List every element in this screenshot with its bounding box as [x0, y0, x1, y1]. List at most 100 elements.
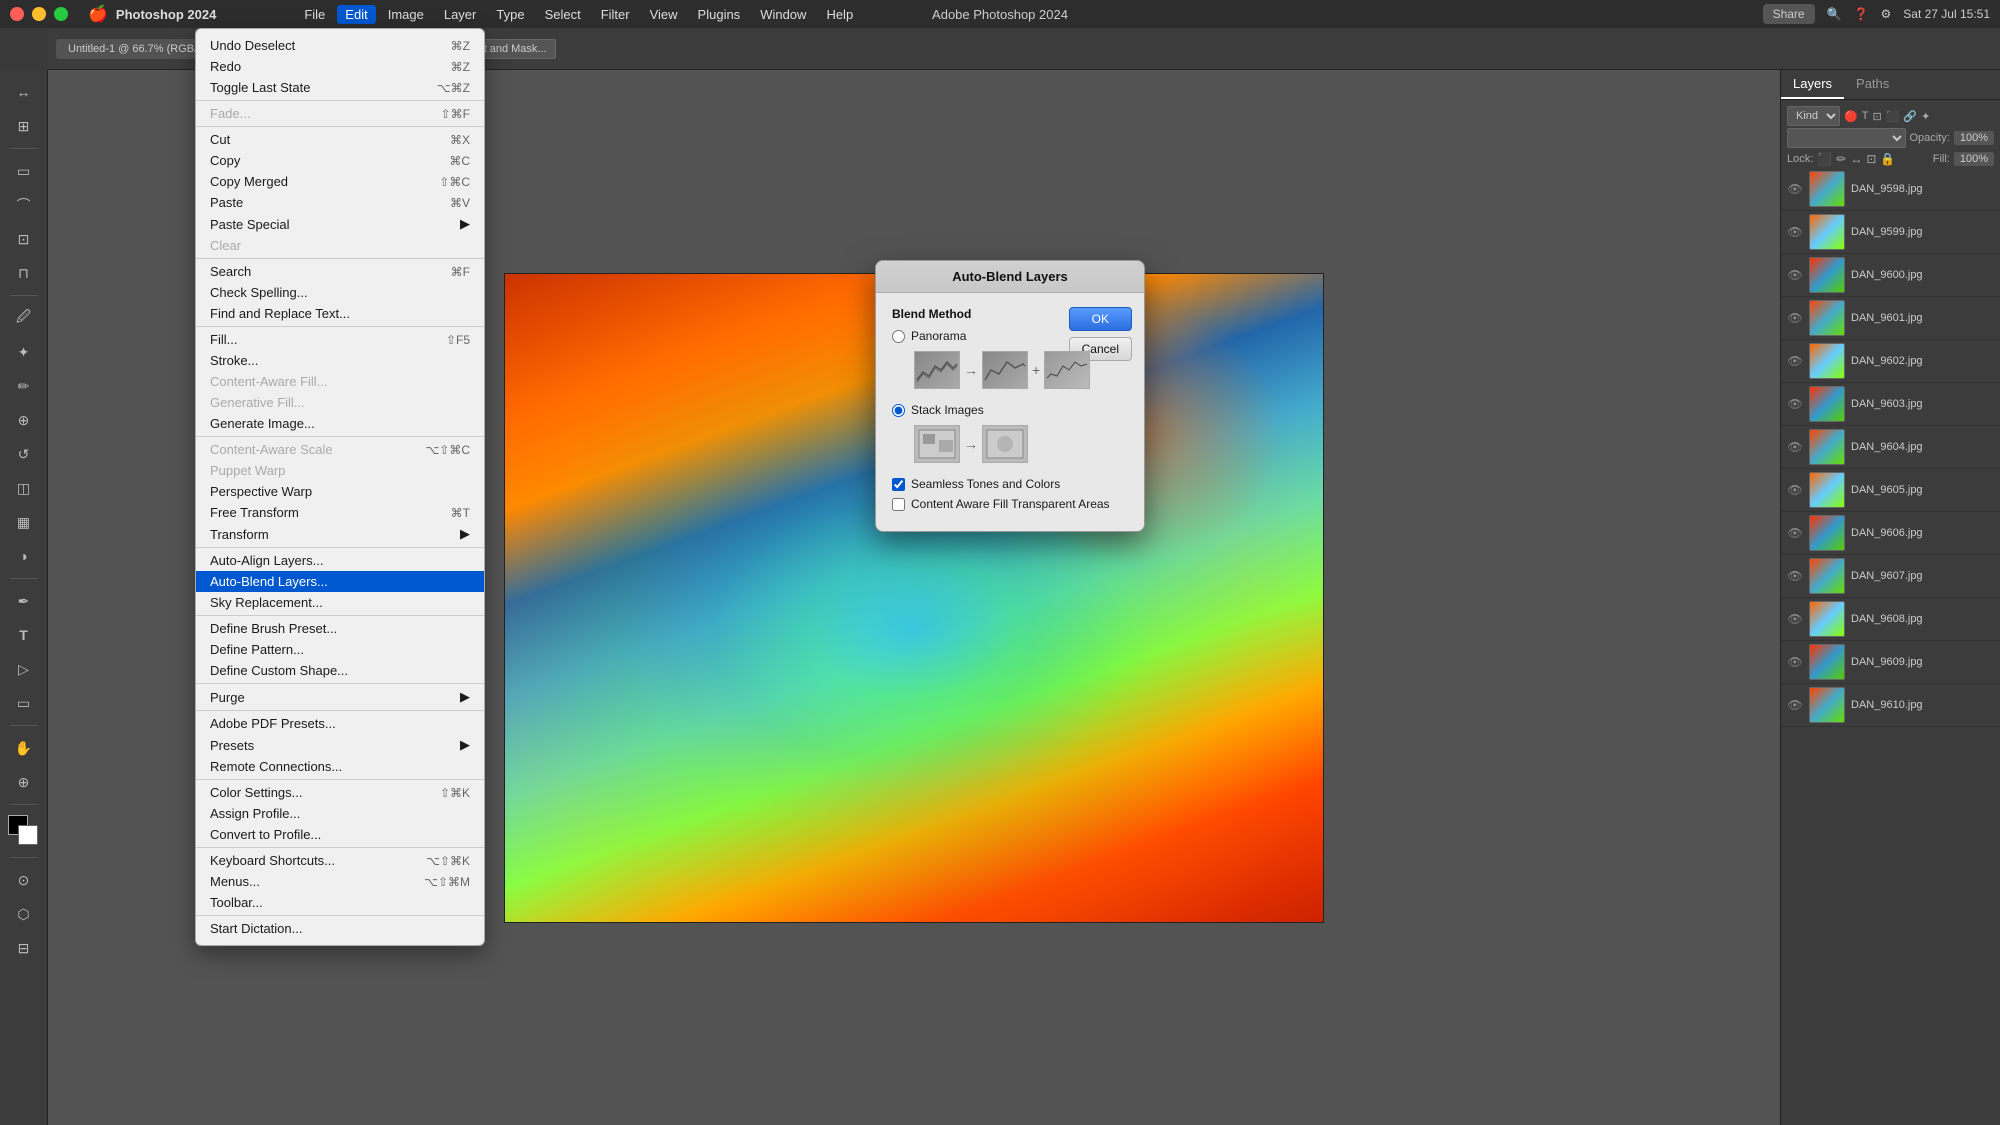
menu-adobe-pdf-presets[interactable]: Adobe PDF Presets...: [196, 713, 484, 734]
dialog-ok-button[interactable]: OK: [1069, 307, 1132, 331]
menu-paste-special[interactable]: Paste Special ▶: [196, 213, 484, 235]
layer-item[interactable]: 👁 DAN_9605.jpg: [1781, 469, 2000, 512]
type-tool[interactable]: T: [8, 619, 40, 651]
minimize-button[interactable]: [32, 7, 46, 21]
menu-auto-align-layers[interactable]: Auto-Align Layers...: [196, 550, 484, 571]
filter-icon-2[interactable]: T: [1862, 110, 1869, 122]
layer-item[interactable]: 👁 DAN_9604.jpg: [1781, 426, 2000, 469]
menu-auto-blend-layers[interactable]: Auto-Blend Layers...: [196, 571, 484, 592]
stack-images-radio[interactable]: [892, 404, 905, 417]
layer-visibility-icon[interactable]: 👁: [1787, 439, 1803, 455]
menu-sky-replacement[interactable]: Sky Replacement...: [196, 592, 484, 613]
menu-fade[interactable]: Fade... ⇧⌘F: [196, 103, 484, 124]
menu-define-pattern[interactable]: Define Pattern...: [196, 639, 484, 660]
menu-menus[interactable]: Menus... ⌥⇧⌘M: [196, 871, 484, 892]
menu-layer[interactable]: Layer: [436, 5, 485, 24]
panorama-radio[interactable]: [892, 330, 905, 343]
menu-presets[interactable]: Presets ▶: [196, 734, 484, 756]
layer-visibility-icon[interactable]: 👁: [1787, 224, 1803, 240]
filter-icon-5[interactable]: 🔗: [1903, 110, 1917, 123]
menu-select[interactable]: Select: [537, 5, 589, 24]
zoom-tool[interactable]: ⊕: [8, 766, 40, 798]
layer-item[interactable]: 👁 DAN_9602.jpg: [1781, 340, 2000, 383]
layer-visibility-icon[interactable]: 👁: [1787, 654, 1803, 670]
menu-content-aware-fill[interactable]: Content-Aware Fill...: [196, 371, 484, 392]
artboard-tool[interactable]: ⊞: [8, 110, 40, 142]
frame-mode[interactable]: ⊟: [8, 932, 40, 964]
layer-item[interactable]: 👁 DAN_9600.jpg: [1781, 254, 2000, 297]
layer-visibility-icon[interactable]: 👁: [1787, 482, 1803, 498]
layer-item[interactable]: 👁 DAN_9608.jpg: [1781, 598, 2000, 641]
pen-tool[interactable]: ✒: [8, 585, 40, 617]
lock-transparent[interactable]: ⬛: [1817, 152, 1832, 166]
crop-tool[interactable]: ⊓: [8, 257, 40, 289]
menu-keyboard-shortcuts[interactable]: Keyboard Shortcuts... ⌥⇧⌘K: [196, 850, 484, 871]
layer-visibility-icon[interactable]: 👁: [1787, 568, 1803, 584]
move-tool[interactable]: ↔: [8, 76, 40, 108]
menu-stroke[interactable]: Stroke...: [196, 350, 484, 371]
filter-icon-3[interactable]: ⊡: [1872, 110, 1881, 123]
fill-value[interactable]: 100%: [1954, 152, 1994, 166]
menu-view[interactable]: View: [642, 5, 686, 24]
path-select-tool[interactable]: ▷: [8, 653, 40, 685]
menu-puppet-warp[interactable]: Puppet Warp: [196, 460, 484, 481]
close-button[interactable]: [10, 7, 24, 21]
lock-pixels[interactable]: ✏: [1836, 152, 1846, 166]
menu-help[interactable]: Help: [818, 5, 861, 24]
blend-mode-select[interactable]: Normal: [1787, 128, 1906, 148]
dodge-tool[interactable]: ◑: [8, 540, 40, 572]
layer-visibility-icon[interactable]: 👁: [1787, 697, 1803, 713]
menu-define-brush[interactable]: Define Brush Preset...: [196, 618, 484, 639]
menu-convert-to-profile[interactable]: Convert to Profile...: [196, 824, 484, 845]
menu-start-dictation[interactable]: Start Dictation...: [196, 918, 484, 939]
menu-perspective-warp[interactable]: Perspective Warp: [196, 481, 484, 502]
menu-cut[interactable]: Cut ⌘X: [196, 129, 484, 150]
history-tool[interactable]: ↺: [8, 438, 40, 470]
layer-visibility-icon[interactable]: 👁: [1787, 396, 1803, 412]
filter-icon-6[interactable]: ✦: [1921, 110, 1930, 123]
spot-heal-tool[interactable]: ✦: [8, 336, 40, 368]
menu-define-custom-shape[interactable]: Define Custom Shape...: [196, 660, 484, 681]
menu-remote-connections[interactable]: Remote Connections...: [196, 756, 484, 777]
layer-item[interactable]: 👁 DAN_9603.jpg: [1781, 383, 2000, 426]
menu-free-transform[interactable]: Free Transform ⌘T: [196, 502, 484, 523]
menu-undo-deselect[interactable]: Undo Deselect ⌘Z: [196, 35, 484, 56]
layer-item[interactable]: 👁 DAN_9598.jpg: [1781, 168, 2000, 211]
menu-window[interactable]: Window: [752, 5, 814, 24]
lock-all[interactable]: 🔒: [1880, 152, 1895, 166]
layer-visibility-icon[interactable]: 👁: [1787, 353, 1803, 369]
layer-visibility-icon[interactable]: 👁: [1787, 611, 1803, 627]
eyedropper-tool[interactable]: 🖉: [8, 302, 40, 334]
clone-tool[interactable]: ⊕: [8, 404, 40, 436]
tab-paths[interactable]: Paths: [1844, 70, 1901, 99]
object-select-tool[interactable]: ⊡: [8, 223, 40, 255]
help-icon[interactable]: ❓: [1854, 7, 1869, 21]
3d-mode[interactable]: ⬡: [8, 898, 40, 930]
menu-redo[interactable]: Redo ⌘Z: [196, 56, 484, 77]
opacity-value[interactable]: 100%: [1954, 131, 1994, 145]
eraser-tool[interactable]: ◫: [8, 472, 40, 504]
menu-generate-image[interactable]: Generate Image...: [196, 413, 484, 434]
menu-search[interactable]: Search ⌘F: [196, 261, 484, 282]
brush-tool[interactable]: ✏: [8, 370, 40, 402]
menu-purge[interactable]: Purge ▶: [196, 686, 484, 708]
menu-copy[interactable]: Copy ⌘C: [196, 150, 484, 171]
filter-kind-select[interactable]: Kind: [1787, 106, 1840, 126]
layer-visibility-icon[interactable]: 👁: [1787, 310, 1803, 326]
layer-visibility-icon[interactable]: 👁: [1787, 525, 1803, 541]
layer-item[interactable]: 👁 DAN_9610.jpg: [1781, 684, 2000, 727]
shape-tool[interactable]: ▭: [8, 687, 40, 719]
tab-layers[interactable]: Layers: [1781, 70, 1844, 99]
menu-copy-merged[interactable]: Copy Merged ⇧⌘C: [196, 171, 484, 192]
menu-transform[interactable]: Transform ▶: [196, 523, 484, 545]
maximize-button[interactable]: [54, 7, 68, 21]
menu-file[interactable]: File: [296, 5, 333, 24]
menu-plugins[interactable]: Plugins: [690, 5, 749, 24]
auto-blend-dialog[interactable]: Auto-Blend Layers OK Cancel Blend Method…: [875, 260, 1145, 532]
share-button[interactable]: Share: [1763, 4, 1815, 24]
layer-item[interactable]: 👁 DAN_9599.jpg: [1781, 211, 2000, 254]
menu-filter[interactable]: Filter: [593, 5, 638, 24]
menu-clear[interactable]: Clear: [196, 235, 484, 256]
hand-tool[interactable]: ✋: [8, 732, 40, 764]
menu-fill[interactable]: Fill... ⇧F5: [196, 329, 484, 350]
